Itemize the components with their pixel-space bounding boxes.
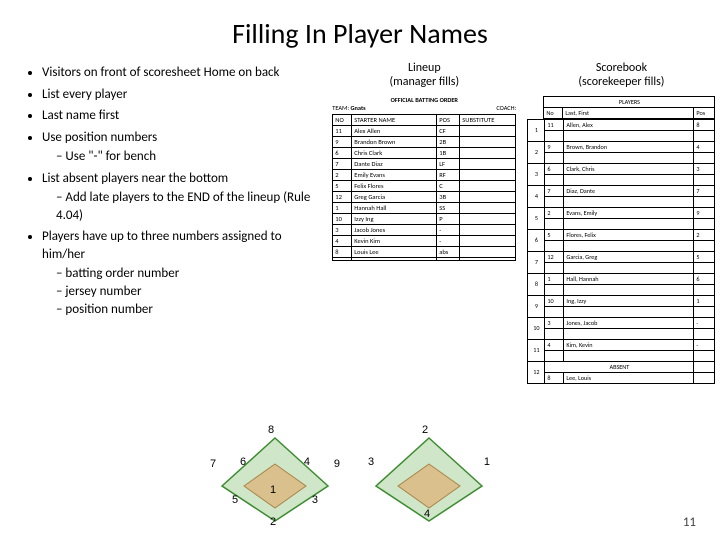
diamond-positions: 7 8 9 6 4 5 3 1 2: [210, 426, 340, 526]
table-row: 9Brandon Brown2B: [333, 136, 516, 147]
lineup-subheading: (manager fills): [389, 75, 459, 89]
scorebook-subheading: (scorekeeper fills): [578, 75, 664, 89]
scorebook-heading: Scorebook: [596, 61, 647, 75]
pos-label: 7: [210, 458, 216, 470]
bullet: List absent players near the bottom Add …: [42, 170, 320, 225]
sub-bullet: jersey number: [56, 283, 320, 301]
table-row: 52Evans, Emily9: [528, 207, 715, 218]
table-row: [528, 262, 715, 273]
table-row: 8Louis Leeabs: [333, 246, 516, 257]
table-row: 4Kevin Kim-: [333, 235, 516, 246]
col-name: STARTER NAME: [352, 114, 437, 125]
base-label: 2: [422, 424, 428, 436]
lineup-table: NO STARTER NAME POS SUBSTITUTE 11Alex Al…: [332, 114, 516, 261]
table-row: [528, 196, 715, 207]
table-row: 12ABSENT: [528, 361, 715, 372]
pos-label: 6: [240, 456, 246, 468]
table-row: 47Diaz, Dante7: [528, 185, 715, 196]
scorebook-column: Scorebook (scorekeeper fills) PLAYERS No…: [523, 60, 720, 384]
pos-label: 3: [312, 494, 318, 506]
bullet: Players have up to three numbers assigne…: [42, 228, 320, 318]
table-row: 910Ing, Izzy1: [528, 295, 715, 306]
pos-label: 9: [334, 458, 340, 470]
table-row: [528, 218, 715, 229]
table-row: 6Chris Clark1B: [333, 147, 516, 158]
table-row: 29Brown, Brandon4: [528, 141, 715, 152]
base-label: 1: [484, 456, 490, 468]
col-pos: Pos: [694, 107, 715, 118]
pos-label: 5: [232, 494, 238, 506]
bullet: Last name first: [42, 107, 320, 125]
table-row: [528, 306, 715, 317]
lineup-title: OFFICIAL BATTING ORDER: [332, 96, 516, 104]
col-no: No: [544, 107, 563, 118]
base-label: 3: [368, 456, 374, 468]
coach-label: COACH:: [496, 104, 516, 112]
pos-label: 1: [270, 484, 276, 496]
lineup-heading: Lineup: [408, 61, 441, 75]
bullet: List every player: [42, 86, 320, 104]
team-value: Gnats: [351, 104, 366, 112]
sub-bullet: Add late players to the END of the lineu…: [56, 189, 320, 224]
col-name: Last, First: [563, 107, 694, 118]
team-label: TEAM:: [332, 104, 349, 112]
col-pos: POS: [437, 114, 460, 125]
table-row: 1Hannah HallSS: [333, 202, 516, 213]
table-row: [528, 130, 715, 141]
scorebook-table: 111Allen, Alex8 29Brown, Brandon4 36Clar…: [527, 119, 715, 384]
table-row: 8Lee, Louis: [528, 372, 715, 383]
table-row: 111Allen, Alex8: [528, 119, 715, 130]
sub-bullet: Use "-" for bench: [56, 148, 320, 166]
table-row: [528, 350, 715, 361]
sub-bullet: position number: [56, 301, 320, 319]
table-row: 10Izzy IngP: [333, 213, 516, 224]
table-row: 712Garcia, Greg5: [528, 251, 715, 262]
table-row: [528, 328, 715, 339]
col-sub: SUBSTITUTE: [460, 114, 516, 125]
pos-label: 8: [268, 424, 274, 436]
table-row: 12Greg Garcia3B: [333, 191, 516, 202]
page-number: 11: [683, 515, 696, 530]
table-row: [333, 257, 516, 260]
diamonds: 7 8 9 6 4 5 3 1 2 2 1 3 4: [210, 426, 494, 526]
table-row: 2Emily EvansRF: [333, 169, 516, 180]
col-no: NO: [333, 114, 352, 125]
base-label: 4: [424, 508, 430, 520]
bullet: Visitors on front of scoresheet Home on …: [42, 64, 320, 82]
table-row: 114Kim, Kevin-: [528, 339, 715, 350]
table-row: 7Dante DiazLF: [333, 158, 516, 169]
table-row: 3Jacob Jones-: [333, 224, 516, 235]
diamond-bases: 2 1 3 4: [364, 426, 494, 526]
table-row: [528, 240, 715, 251]
table-row: 103Jones, Jacob-: [528, 317, 715, 328]
table-row: 36Clark, Chris3: [528, 163, 715, 174]
lineup-column: Lineup (manager fills) OFFICIAL BATTING …: [326, 60, 523, 384]
pos-label: 4: [304, 456, 310, 468]
table-row: [528, 284, 715, 295]
table-row: 11Alex AllenCF: [333, 125, 516, 136]
bullet-column: Visitors on front of scoresheet Home on …: [0, 60, 326, 384]
table-row: [528, 152, 715, 163]
scorebook-header: PLAYERS No Last, First Pos: [527, 96, 715, 119]
table-row: 65Flores, Felix2: [528, 229, 715, 240]
players-header: PLAYERS: [544, 96, 715, 107]
table-row: 5Felix FloresC: [333, 180, 516, 191]
table-row: 81Hall, Hannah6: [528, 273, 715, 284]
table-row: [528, 174, 715, 185]
slide-title: Filling In Player Names: [0, 0, 720, 59]
pos-label: 2: [270, 516, 276, 528]
sub-bullet: batting order number: [56, 265, 320, 283]
bullet: Use position numbers Use "-" for bench: [42, 129, 320, 166]
